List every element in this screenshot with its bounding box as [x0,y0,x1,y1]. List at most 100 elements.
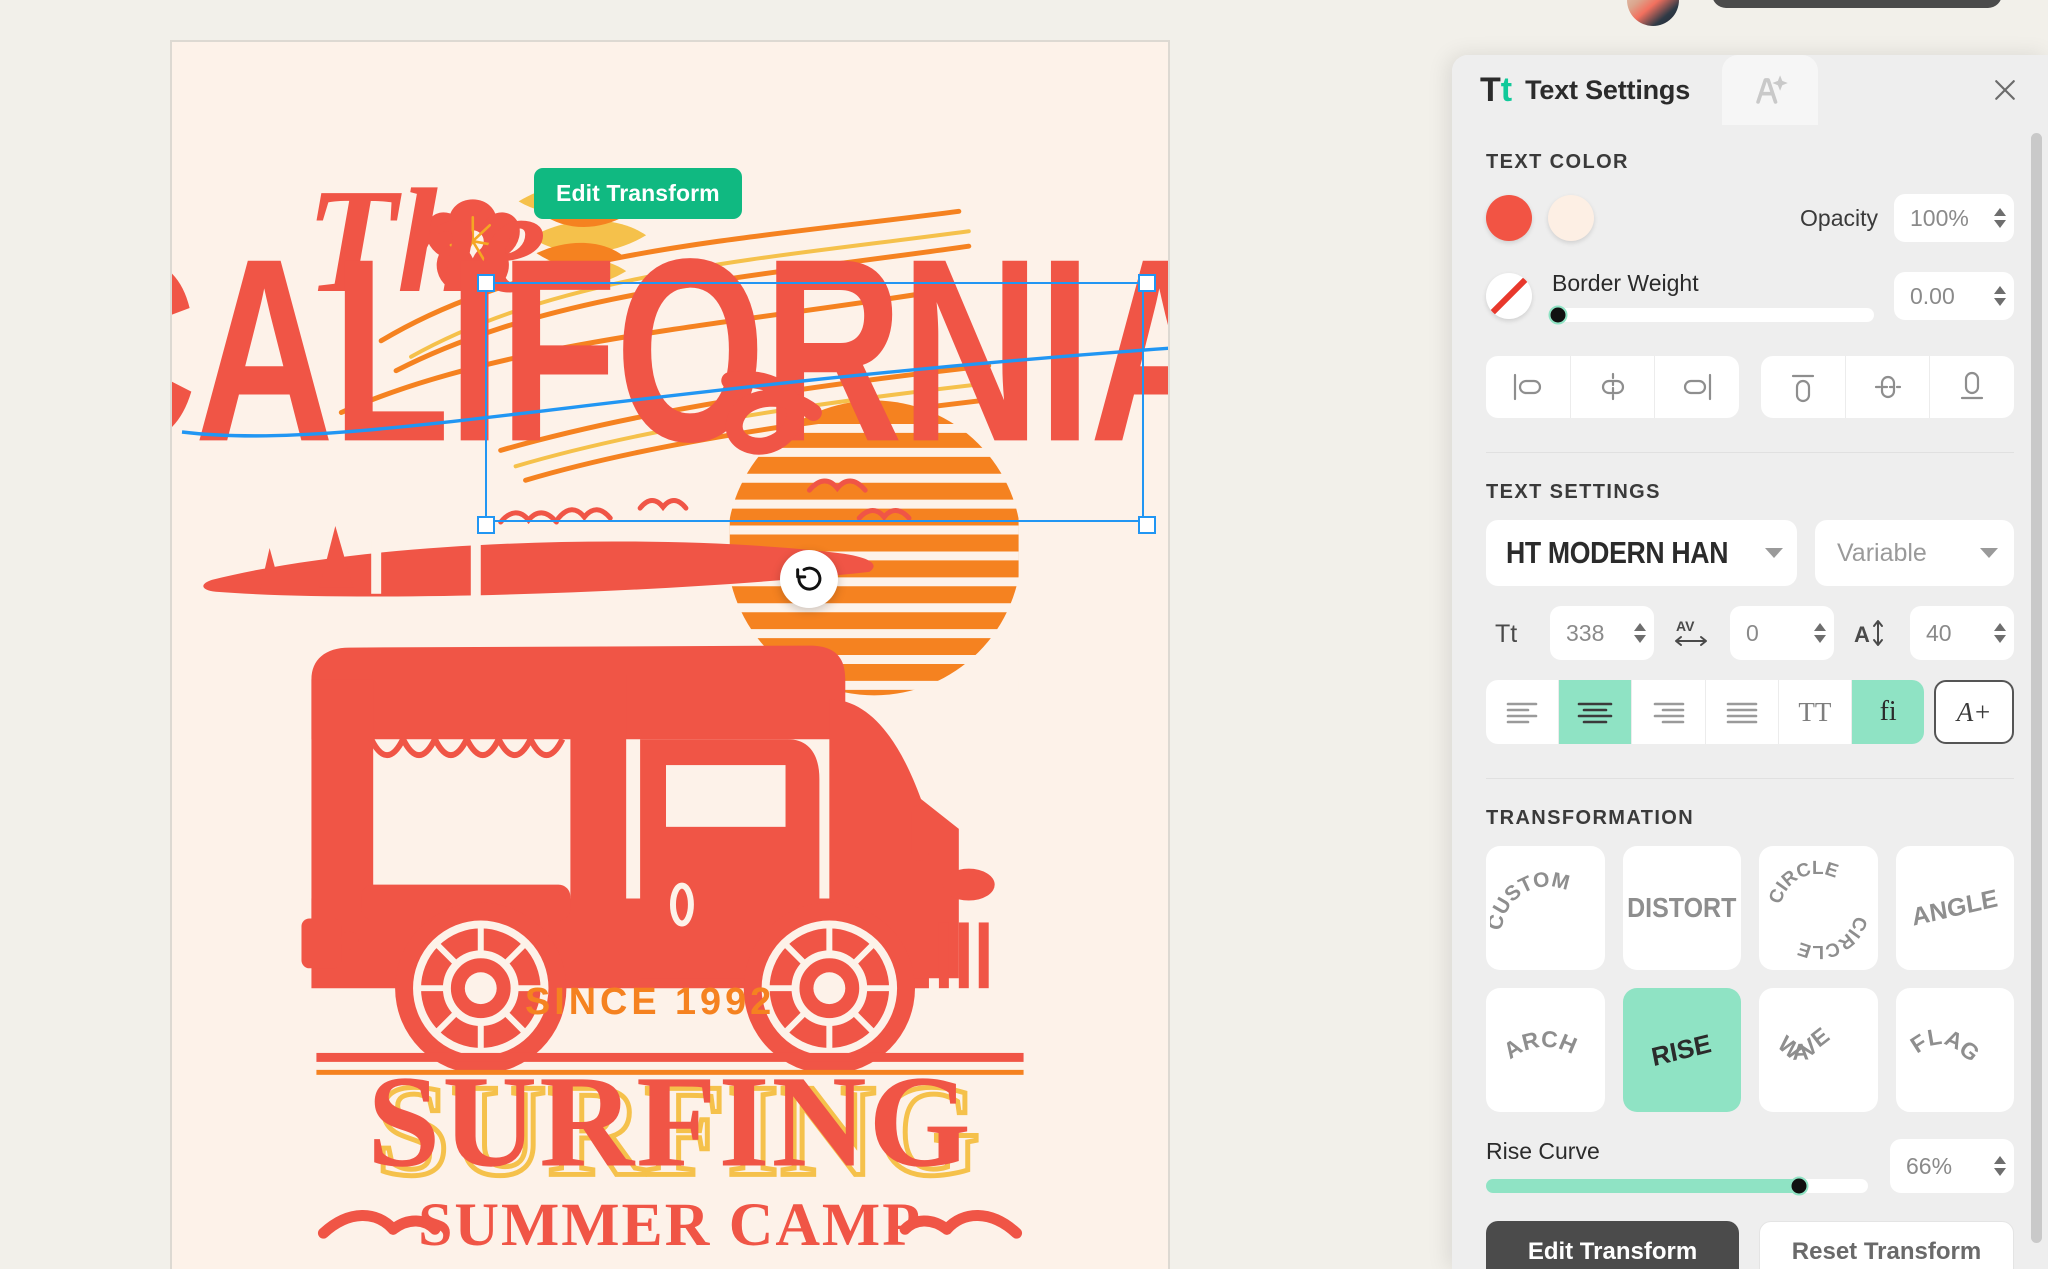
align-top-button[interactable] [1761,356,1846,418]
border-weight-slider-knob[interactable] [1548,305,1568,325]
transform-option-angle-label: ANGLE [1909,883,2000,932]
avatar[interactable] [1627,0,1679,26]
letter-spacing-stepper[interactable] [1814,623,1826,643]
align-text-justify-icon [1726,702,1758,724]
line-height-stepper[interactable] [1994,623,2006,643]
align-bottom-icon [1961,371,1984,400]
border-weight-stepper[interactable] [1994,286,2006,306]
panel-scrollbar[interactable] [2031,133,2042,1243]
letter-spacing-group: AV 0 [1666,606,1834,660]
fill-color-swatch-cream[interactable] [1548,195,1594,241]
transform-option-wave[interactable]: WAVE [1759,988,1878,1112]
transform-option-circle-label: CIRCLE [1765,857,1841,906]
text-align-right-button[interactable] [1632,680,1706,744]
transform-option-flag[interactable]: FLAG [1895,988,2014,1112]
transform-option-custom[interactable]: CUSTOM [1486,846,1605,970]
resize-handle-bottom-left[interactable] [477,516,495,534]
align-text-right-icon [1653,702,1684,724]
resize-handle-bottom-right[interactable] [1138,516,1156,534]
tab-ai-text-effects[interactable] [1722,55,1819,125]
resize-handle-top-right[interactable] [1138,274,1156,292]
edit-transform-button[interactable]: Edit Transform [1486,1221,1739,1269]
font-size-group: Tt 338 [1486,606,1654,660]
svg-text:CIRCLE: CIRCLE [1765,857,1841,906]
close-panel-button[interactable] [1986,71,2024,109]
chevron-down-icon [1764,548,1783,558]
design-canvas[interactable]: The CALIFORNIA [170,40,1170,1269]
font-size-input[interactable]: 338 [1550,606,1654,660]
font-style-select[interactable]: Variable [1814,520,2014,586]
transform-option-circle[interactable]: CIRCLE CIRCLE [1759,846,1878,970]
rise-curve-row: Rise Curve 66% [1486,1138,2014,1196]
rotate-handle[interactable] [780,550,838,608]
border-weight-input[interactable]: 0.00 [1894,272,2014,320]
panel-header: Tt Text Settings [1452,55,2048,125]
text-format-row: TT fi A+ [1486,680,2015,744]
resize-handle-top-left[interactable] [477,274,495,292]
artwork-since-label: SINCE 1992 [525,981,775,1023]
tt-icon: Tt [1480,71,1513,109]
border-weight-value: 0.00 [1910,282,1955,309]
opacity-input[interactable]: 100% [1894,194,2014,242]
transform-option-flag-label: FLAG [1905,1023,1984,1067]
edit-transform-tooltip[interactable]: Edit Transform [534,168,742,219]
transform-option-arch-label: ARCH [1499,1026,1581,1064]
border-color-swatch-none[interactable] [1486,273,1532,319]
transform-option-angle[interactable]: ANGLE [1895,846,2014,970]
svg-text:WAVE: WAVE [1773,1022,1834,1065]
svg-text:CUSTOM: CUSTOM [1490,868,1572,932]
align-top-icon [1791,374,1814,403]
close-icon [1995,80,2015,100]
divider-1 [1486,452,2014,453]
align-right-button[interactable] [1655,356,1739,418]
align-left-icon [1513,373,1541,401]
align-bottom-button[interactable] [1930,356,2014,418]
text-align-justify-button[interactable] [1705,680,1779,744]
transform-option-arch[interactable]: ARCH [1486,988,1605,1112]
svg-text:Tt: Tt [1495,620,1517,648]
letter-spacing-input[interactable]: 0 [1730,606,1834,660]
line-height-input[interactable]: 40 [1910,606,2014,660]
align-middle-v-icon [1874,375,1901,399]
border-weight-slider[interactable] [1548,305,1874,325]
rise-curve-input[interactable]: 66% [1890,1139,2014,1193]
align-text-left-icon [1506,702,1538,724]
font-size-stepper[interactable] [1634,623,1646,643]
fill-color-swatch-red[interactable] [1486,195,1532,241]
top-toolbar-pill[interactable] [1712,0,2002,8]
flag-transform-icon: FLAG [1905,1023,1984,1067]
font-row: HT MODERN HANI Variable [1486,520,2014,586]
transform-option-rise[interactable]: RISE [1622,988,1741,1112]
transform-option-distort[interactable]: DISTORT [1622,846,1741,970]
svg-text:A: A [1854,622,1870,647]
text-align-center-button[interactable] [1559,680,1633,744]
opacity-stepper[interactable] [1994,208,2006,228]
letter-spacing-value: 0 [1746,619,1759,646]
uppercase-toggle-button[interactable]: TT [1778,680,1853,744]
text-settings-panel: Tt Text Settings TEXT COLOR Opacity 100%… [1452,55,2048,1269]
reset-transform-button[interactable]: Reset Transform [1759,1221,2014,1269]
ligatures-toggle-label: fi [1879,696,1897,727]
text-selection-bounding-box[interactable] [477,274,1156,534]
align-center-horizontal-button[interactable] [1571,356,1656,418]
align-middle-vertical-button[interactable] [1846,356,1931,418]
rise-curve-stepper[interactable] [1994,1156,2006,1176]
transform-actions-row: Edit Transform Reset Transform [1486,1221,2014,1269]
transform-option-distort-label: DISTORT [1627,891,1737,924]
opacity-label: Opacity [1800,204,1878,231]
font-family-value: HT MODERN HANI [1506,535,1729,570]
vertical-align-group [1761,356,2014,418]
border-weight-row: Border Weight 0.00 [1486,270,2014,325]
text-align-left-button[interactable] [1486,680,1560,744]
align-left-button[interactable] [1486,356,1571,418]
rise-curve-slider[interactable] [1486,1176,1868,1196]
tab-text-settings[interactable]: Tt Text Settings [1452,55,1717,125]
add-font-button[interactable]: A+ [1934,680,2015,744]
svg-text:SURFING: SURFING [367,1049,973,1194]
font-style-value: Variable [1836,538,1927,567]
circle-transform-icon: CIRCLE CIRCLE [1765,857,1871,960]
rise-curve-slider-knob[interactable] [1789,1176,1809,1196]
custom-transform-icon: CUSTOM [1490,868,1572,932]
ligatures-toggle-button[interactable]: fi [1852,680,1925,744]
font-family-select[interactable]: HT MODERN HANI [1486,520,1797,586]
